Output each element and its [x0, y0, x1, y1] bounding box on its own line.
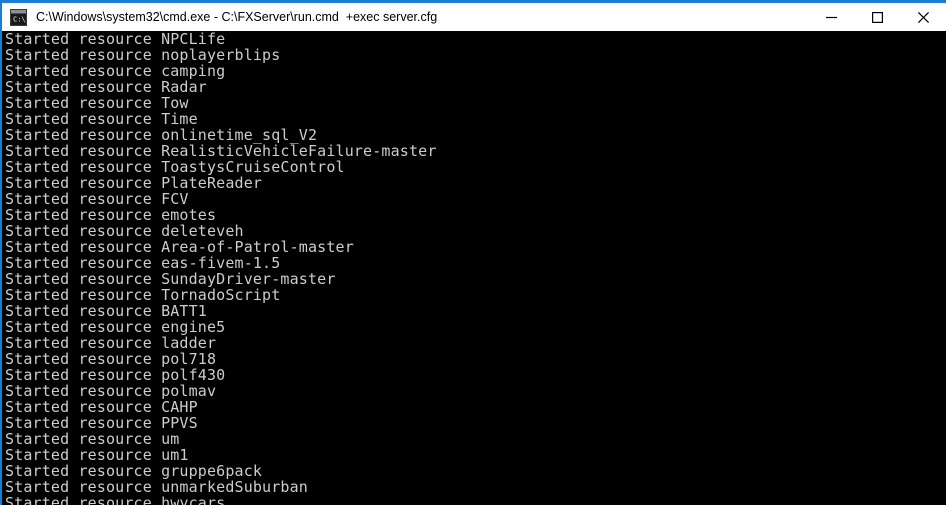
console-line: Started resource FCV — [5, 190, 189, 208]
console-line: Started resource CAHP — [5, 398, 198, 416]
maximize-button[interactable] — [854, 3, 900, 31]
console-line: Started resource pol718 — [5, 350, 217, 368]
cmd-console-icon: C:\ — [10, 8, 27, 26]
console-line: Started resource SundayDriver-master — [5, 270, 336, 288]
console-line: Started resource unmarkedSuburban — [5, 478, 308, 496]
console-line: Started resource um1 — [5, 446, 189, 464]
console-line: Started resource PPVS — [5, 414, 198, 432]
console-line: Started resource NPCLife — [5, 31, 226, 48]
close-button[interactable] — [900, 3, 946, 31]
console-line: Started resource Area-of-Patrol-master — [5, 238, 354, 256]
console-line: Started resource onlinetime_sql_V2 — [5, 126, 318, 144]
console-line: Started resource polmav — [5, 382, 217, 400]
window-title: C:\Windows\system32\cmd.exe - C:\FXServe… — [36, 10, 438, 24]
cmd-window: C:\ C:\Windows\system32\cmd.exe - C:\FXS… — [0, 0, 946, 505]
console-line: Started resource um — [5, 430, 180, 448]
console-line: Started resource eas-fivem-1.5 — [5, 254, 281, 272]
close-icon — [917, 11, 929, 23]
title-bar[interactable]: C:\ C:\Windows\system32\cmd.exe - C:\FXS… — [2, 3, 946, 31]
console-line: Started resource gruppe6pack — [5, 462, 263, 480]
console-line: Started resource hwycars — [5, 494, 226, 505]
console-line: Started resource engine5 — [5, 318, 226, 336]
console-line: Started resource ladder — [5, 334, 217, 352]
console-line: Started resource deleteveh — [5, 222, 244, 240]
console-line: Started resource noplayerblips — [5, 46, 281, 64]
console-line: Started resource TornadoScript — [5, 286, 281, 304]
minimize-icon — [825, 16, 837, 18]
minimize-button[interactable] — [808, 3, 854, 31]
console-line: Started resource PlateReader — [5, 174, 263, 192]
console-output-area[interactable]: Started resource NPCLife Started resource… — [2, 31, 946, 505]
console-line: Started resource RealisticVehicleFailure… — [5, 142, 437, 160]
console-line: Started resource ToastysCruiseControl — [5, 158, 345, 176]
console-line: Started resource Time — [5, 110, 198, 128]
maximize-icon — [871, 11, 883, 23]
console-line: Started resource BATT1 — [5, 302, 207, 320]
console-line: Started resource camping — [5, 62, 226, 80]
console-line: Started resource polf430 — [5, 366, 226, 384]
svg-text:C:\: C:\ — [13, 15, 26, 23]
console-line: Started resource Radar — [5, 78, 207, 96]
console-line: Started resource Tow — [5, 94, 189, 112]
console-line: Started resource emotes — [5, 206, 217, 224]
